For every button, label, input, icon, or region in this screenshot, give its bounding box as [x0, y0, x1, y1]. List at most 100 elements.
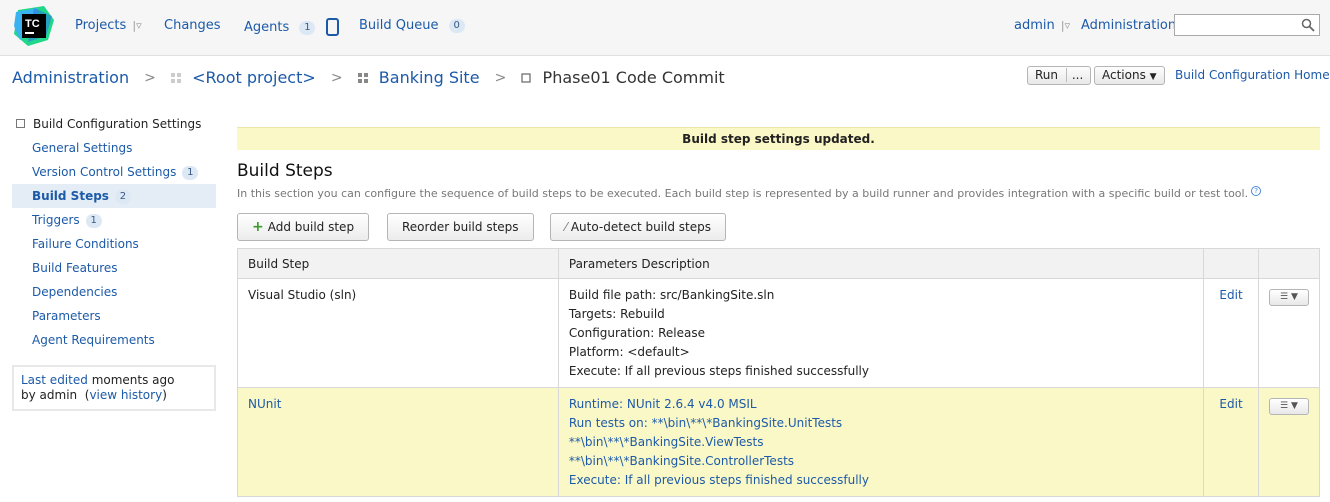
- step-params: Runtime: NUnit 2.6.4 v4.0 MSIL Run tests…: [557, 387, 1205, 497]
- table-row[interactable]: NUnit Runtime: NUnit 2.6.4 v4.0 MSIL Run…: [237, 387, 1321, 497]
- user-name[interactable]: admin: [1014, 18, 1055, 33]
- param-line: **\bin\**\*BankingSite.ControllerTests: [568, 454, 795, 468]
- table-row[interactable]: Visual Studio (sln) Build file path: src…: [237, 278, 1321, 388]
- nav-agents[interactable]: Agents 1: [244, 18, 339, 36]
- param-line: **\bin\**\*BankingSite.ViewTests: [568, 435, 764, 449]
- param-line: Configuration: Release: [568, 326, 705, 340]
- sidebar: Build Configuration Settings General Set…: [12, 112, 216, 352]
- chevron-down-icon[interactable]: ▼: [1150, 72, 1157, 82]
- run-button[interactable]: Run ...: [1027, 66, 1092, 85]
- breadcrumb-current: Phase01 Code Commit: [542, 68, 725, 87]
- top-header: TC Projects |▿ Changes Agents 1 Build Qu…: [0, 0, 1330, 56]
- sidebar-item-triggers[interactable]: Triggers 1: [12, 208, 216, 232]
- auto-detect-build-steps-button[interactable]: ⁄ Auto-detect build steps: [550, 213, 726, 241]
- sidebar-item-label[interactable]: Triggers: [32, 213, 80, 227]
- chevron-down-icon[interactable]: |▿: [132, 19, 141, 32]
- page-title: Build Steps: [237, 161, 333, 181]
- breadcrumb: Administration > <Root project> > Bankin…: [12, 67, 725, 87]
- sidebar-item-label[interactable]: Agent Requirements: [32, 333, 155, 347]
- sidebar-item-agent-requirements[interactable]: Agent Requirements: [12, 328, 216, 352]
- column-header-parameters: Parameters Description: [557, 248, 1205, 279]
- nav-build-queue[interactable]: Build Queue 0: [359, 18, 465, 33]
- sidebar-item-label[interactable]: Version Control Settings: [32, 165, 176, 179]
- sidebar-title-label: Build Configuration Settings: [33, 117, 202, 131]
- nav-projects-label[interactable]: Projects: [75, 18, 126, 33]
- sidebar-item-label[interactable]: Build Features: [32, 261, 118, 275]
- sidebar-item-build-features[interactable]: Build Features: [12, 256, 216, 280]
- run-custom-button[interactable]: ...: [1065, 68, 1084, 82]
- table-header-row: Build Step Parameters Description: [237, 248, 1321, 279]
- add-build-step-button[interactable]: + Add build step: [237, 213, 370, 241]
- wand-icon: ⁄: [565, 220, 568, 234]
- search-icon[interactable]: [1301, 18, 1315, 32]
- nav-administration[interactable]: Administration: [1081, 18, 1176, 33]
- sidebar-item-label[interactable]: Parameters: [32, 309, 101, 323]
- plus-icon: +: [252, 219, 264, 235]
- step-name[interactable]: NUnit: [237, 387, 559, 497]
- nav-projects[interactable]: Projects |▿: [75, 18, 142, 33]
- sidebar-item-label[interactable]: Build Steps: [32, 189, 109, 203]
- step-params: Build file path: src/BankingSite.sln Tar…: [557, 278, 1205, 388]
- param-line: Run tests on: **\bin\**\*BankingSite.Uni…: [568, 416, 843, 430]
- last-edited-link[interactable]: Last edited: [21, 373, 88, 387]
- last-edited-box: Last edited moments ago by admin (view h…: [12, 365, 216, 411]
- param-line: Execute: If all previous steps finished …: [568, 364, 869, 378]
- sidebar-item-failure-conditions[interactable]: Failure Conditions: [12, 232, 216, 256]
- sidebar-item-vcs-settings[interactable]: Version Control Settings 1: [12, 160, 216, 184]
- actions-button-label[interactable]: Actions: [1102, 68, 1146, 82]
- sidebar-title: Build Configuration Settings: [12, 112, 216, 136]
- column-header-build-step: Build Step: [237, 248, 559, 279]
- project-icon: [171, 72, 181, 83]
- page-description-text: In this section you can configure the se…: [237, 187, 1249, 200]
- help-icon[interactable]: ?: [1251, 186, 1262, 196]
- reorder-build-steps-button[interactable]: Reorder build steps: [387, 213, 534, 241]
- step-menu-button[interactable]: ☰ ▼: [1268, 398, 1309, 415]
- actions-button[interactable]: Actions ▼: [1094, 66, 1165, 85]
- agents-count-badge: 1: [299, 21, 316, 35]
- chevron-right-icon: >: [494, 69, 507, 86]
- build-config-icon: [521, 72, 532, 83]
- success-banner: Build step settings updated.: [237, 127, 1320, 150]
- count-badge: 1: [182, 166, 199, 180]
- param-line: Execute: If all previous steps finished …: [568, 473, 869, 487]
- breadcrumb-banking-site[interactable]: Banking Site: [379, 68, 480, 87]
- view-history-link[interactable]: view history: [89, 388, 162, 402]
- teamcity-logo[interactable]: TC: [14, 6, 54, 46]
- build-queue-count-badge: 0: [448, 19, 465, 33]
- user-menu[interactable]: admin |▿: [1014, 18, 1070, 33]
- step-menu-cell: ☰ ▼: [1257, 387, 1321, 497]
- breadcrumb-root-project[interactable]: <Root project>: [192, 68, 316, 87]
- sidebar-item-build-steps[interactable]: Build Steps 2: [12, 184, 216, 208]
- nav-agents-label[interactable]: Agents: [244, 20, 289, 35]
- chevron-down-icon[interactable]: |▿: [1061, 19, 1070, 32]
- edit-link[interactable]: Edit: [1203, 278, 1259, 388]
- last-edited-time: moments ago: [91, 373, 175, 387]
- project-icon: [357, 72, 368, 83]
- page-description: In this section you can configure the se…: [237, 186, 1262, 200]
- agent-icon: [325, 18, 339, 36]
- chevron-right-icon: >: [330, 69, 343, 86]
- run-button-label[interactable]: Run: [1035, 68, 1058, 82]
- edit-link[interactable]: Edit: [1203, 387, 1259, 497]
- search-input[interactable]: [1174, 14, 1320, 36]
- sidebar-item-label[interactable]: Dependencies: [32, 285, 117, 299]
- step-menu-button[interactable]: ☰ ▼: [1268, 289, 1309, 306]
- sidebar-item-label[interactable]: Failure Conditions: [32, 237, 139, 251]
- sidebar-item-dependencies[interactable]: Dependencies: [12, 280, 216, 304]
- column-header-edit: [1203, 248, 1259, 279]
- chevron-right-icon: >: [144, 69, 156, 86]
- auto-detect-label[interactable]: Auto-detect build steps: [571, 220, 711, 234]
- sidebar-item-general-settings[interactable]: General Settings: [12, 136, 216, 160]
- param-line: Build file path: src/BankingSite.sln: [568, 288, 775, 302]
- add-build-step-label[interactable]: Add build step: [268, 220, 354, 234]
- step-name[interactable]: Visual Studio (sln): [237, 278, 559, 388]
- nav-build-queue-label[interactable]: Build Queue: [359, 18, 438, 33]
- sidebar-item-parameters[interactable]: Parameters: [12, 304, 216, 328]
- breadcrumb-administration[interactable]: Administration: [12, 68, 129, 87]
- nav-changes[interactable]: Changes: [164, 18, 221, 33]
- last-edited-by: by admin: [21, 388, 78, 402]
- build-config-icon: [16, 119, 25, 128]
- build-config-home-link[interactable]: Build Configuration Home: [1175, 68, 1330, 82]
- sidebar-item-label[interactable]: General Settings: [32, 141, 132, 155]
- param-line: Targets: Rebuild: [568, 307, 665, 321]
